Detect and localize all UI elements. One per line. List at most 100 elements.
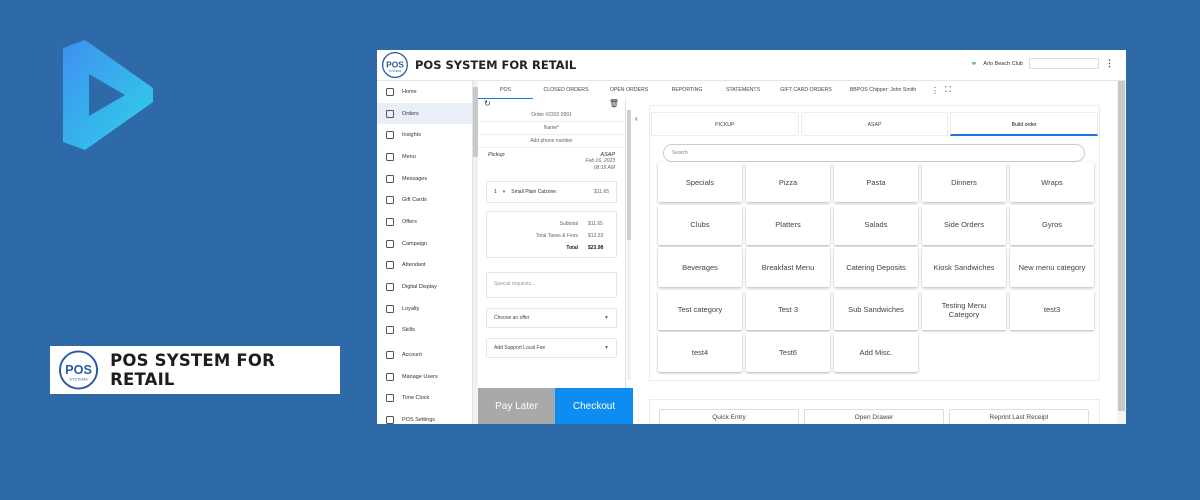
name-field[interactable]: Name* — [478, 122, 625, 135]
category-button[interactable]: Gyros — [1010, 204, 1094, 245]
category-button[interactable]: Pasta — [834, 162, 918, 202]
quick-actions: Quick Entry Open Drawer Reprint Last Recei… — [659, 409, 1089, 424]
support-fee-select[interactable]: Add Support Local Fee ▼ — [486, 338, 617, 358]
sidebar-item-label: Attendant — [402, 262, 426, 269]
special-requests-input[interactable]: Special requests... — [486, 272, 617, 298]
category-button[interactable]: Specials — [658, 162, 742, 202]
utensils-icon — [386, 152, 394, 161]
category-button[interactable]: Catering Deposits — [834, 247, 918, 287]
order-time: 08:15 AM — [593, 165, 615, 171]
location-input[interactable] — [1029, 58, 1099, 69]
category-button[interactable]: New menu category — [1010, 247, 1094, 287]
order-date: Feb 16, 2023 — [585, 158, 615, 164]
sidebar-item-label: Orders — [402, 110, 419, 117]
category-button[interactable]: Platters — [746, 204, 830, 245]
sidebar-item-loyalty[interactable]: Loyalty — [377, 298, 472, 320]
pay-later-button[interactable]: Pay Later — [478, 388, 555, 424]
category-button[interactable]: Side Orders — [922, 204, 1006, 245]
tag-icon — [386, 217, 394, 226]
sidebar-item-messages[interactable]: Messages — [377, 168, 472, 190]
vertical-dots-icon[interactable]: ⋮ — [931, 86, 939, 95]
offer-select[interactable]: Choose an offer ▼ — [486, 308, 617, 328]
window-scrollbar[interactable] — [1117, 81, 1126, 424]
category-button[interactable]: Add Misc. — [834, 332, 918, 372]
sidebar-item-orders[interactable]: Orders — [377, 102, 472, 125]
category-button[interactable]: Dinners — [922, 162, 1006, 202]
sidebar-item-time-clock[interactable]: Time Clock — [377, 388, 472, 410]
tab-open-orders[interactable]: OPEN ORDERS — [599, 81, 659, 99]
tab-statements[interactable]: STATEMENTS — [715, 81, 771, 99]
sidebar-item-account[interactable]: Account — [377, 344, 472, 366]
trash-icon[interactable]: 🗑 — [609, 99, 619, 109]
order-item[interactable]: 1 ▾ Small Plain Calzone $11.65 — [486, 181, 617, 203]
tab-pos[interactable]: POS — [478, 81, 533, 99]
sidebar-item-label: Campaign — [402, 240, 428, 247]
order-scrollbar[interactable] — [627, 110, 631, 380]
category-button[interactable]: Clubs — [658, 204, 742, 245]
category-button[interactable]: Test category — [658, 289, 742, 330]
category-button[interactable]: test3 — [1010, 289, 1094, 330]
brand-name: POS SYSTEM FOR RETAIL — [110, 351, 276, 389]
sidebar-item-manage-users[interactable]: Manage Users — [377, 366, 472, 388]
category-button[interactable]: Test 3 — [746, 289, 830, 330]
sidebar-item-digital-display[interactable]: Digital Display — [377, 276, 472, 298]
category-button[interactable]: Salads — [834, 204, 918, 245]
sidebar-item-campaign[interactable]: Campaign — [377, 233, 472, 255]
pos-badge-icon: POS SYSTEMS — [382, 52, 408, 78]
category-button[interactable]: Breakfast Menu — [746, 247, 830, 287]
phone-field[interactable]: Add phone number — [478, 135, 625, 148]
tab-bbpos-chipper-john-smith[interactable]: BBPOS Chipper: John Smith — [841, 81, 925, 99]
quick-entry-button[interactable]: Quick Entry — [659, 409, 799, 424]
sidebar-item-label: POS Settings — [402, 417, 436, 424]
checkout-button[interactable]: Checkout — [555, 388, 633, 424]
link-icon: ⚭ — [970, 59, 978, 68]
sidebar-item-label: Skills — [402, 327, 415, 334]
location-name[interactable]: Arlo Beach Club — [983, 61, 1023, 67]
open-drawer-button[interactable]: Open Drawer — [804, 409, 944, 424]
reprint-last-receipt-button[interactable]: Reprint Last Receipt — [949, 409, 1089, 424]
category-button[interactable]: Kiosk Sandwiches — [922, 247, 1006, 287]
sidebar-item-offers[interactable]: Offers — [377, 211, 472, 233]
gift-icon — [386, 196, 394, 205]
tab-closed-orders[interactable]: CLOSED ORDERS — [533, 81, 599, 99]
skills-icon — [386, 326, 394, 335]
sidebar-item-skills[interactable]: Skills — [377, 320, 472, 342]
order-panel: ↻ 🗑 Order #2302 0991 Name* Add phone num… — [478, 99, 626, 424]
tab-gift-card-orders[interactable]: GIFT CARD ORDERS — [771, 81, 841, 99]
menu-tab-pickup[interactable]: PICKUP — [651, 112, 799, 136]
menu-tab-asap[interactable]: ASAP — [800, 112, 949, 136]
main-tabs: POS CLOSED ORDERS OPEN ORDERS REPORTING STAT… — [478, 81, 998, 99]
menu-tab-build-order[interactable]: Build order — [950, 112, 1099, 136]
sidebar-item-insights[interactable]: Insights — [377, 124, 472, 146]
sidebar-item-pos-settings[interactable]: POS Settings — [377, 409, 472, 424]
refresh-icon[interactable]: ↻ — [484, 99, 491, 109]
users-icon — [386, 372, 394, 381]
category-button[interactable]: Test6 — [746, 332, 830, 372]
smile-icon — [386, 304, 394, 313]
category-button[interactable]: test4 — [658, 332, 742, 372]
search-input[interactable]: Search — [663, 144, 1085, 162]
play-logo-icon — [63, 40, 153, 150]
sidebar-item-menu[interactable]: Menu — [377, 146, 472, 168]
category-button[interactable]: Wraps — [1010, 162, 1094, 202]
sidebar-item-label: Manage Users — [402, 373, 438, 380]
vertical-dots-icon[interactable]: ⋮ — [1105, 58, 1114, 69]
menu-panel: PICKUP ASAP Build order Search Specials Piz… — [649, 105, 1100, 381]
category-button[interactable]: Pizza — [746, 162, 830, 202]
offer-select-value: Choose an offer — [494, 315, 530, 321]
tab-reporting[interactable]: REPORTING — [659, 81, 715, 99]
category-button[interactable]: Sub Sandwiches — [834, 289, 918, 330]
category-button[interactable]: Beverages — [658, 247, 742, 287]
sidebar-item-attendant[interactable]: Attendant — [377, 255, 472, 277]
fullscreen-icon[interactable]: ⛶ — [945, 85, 951, 95]
sidebar-item-label: Gift Cards — [402, 197, 427, 204]
caret-down-icon: ▼ — [604, 345, 609, 351]
payment-buttons: Pay Later Checkout — [478, 388, 633, 424]
sidebar-item-gift-cards[interactable]: Gift Cards — [377, 189, 472, 211]
chevron-down-icon[interactable]: ▾ — [503, 189, 506, 195]
order-type: Pickup — [488, 152, 505, 158]
settings-icon — [386, 416, 394, 424]
sidebar-item-home[interactable]: Home — [377, 81, 472, 103]
category-button[interactable]: Testing Menu Category — [922, 289, 1006, 330]
chevron-left-icon[interactable]: ‹ — [635, 114, 638, 123]
